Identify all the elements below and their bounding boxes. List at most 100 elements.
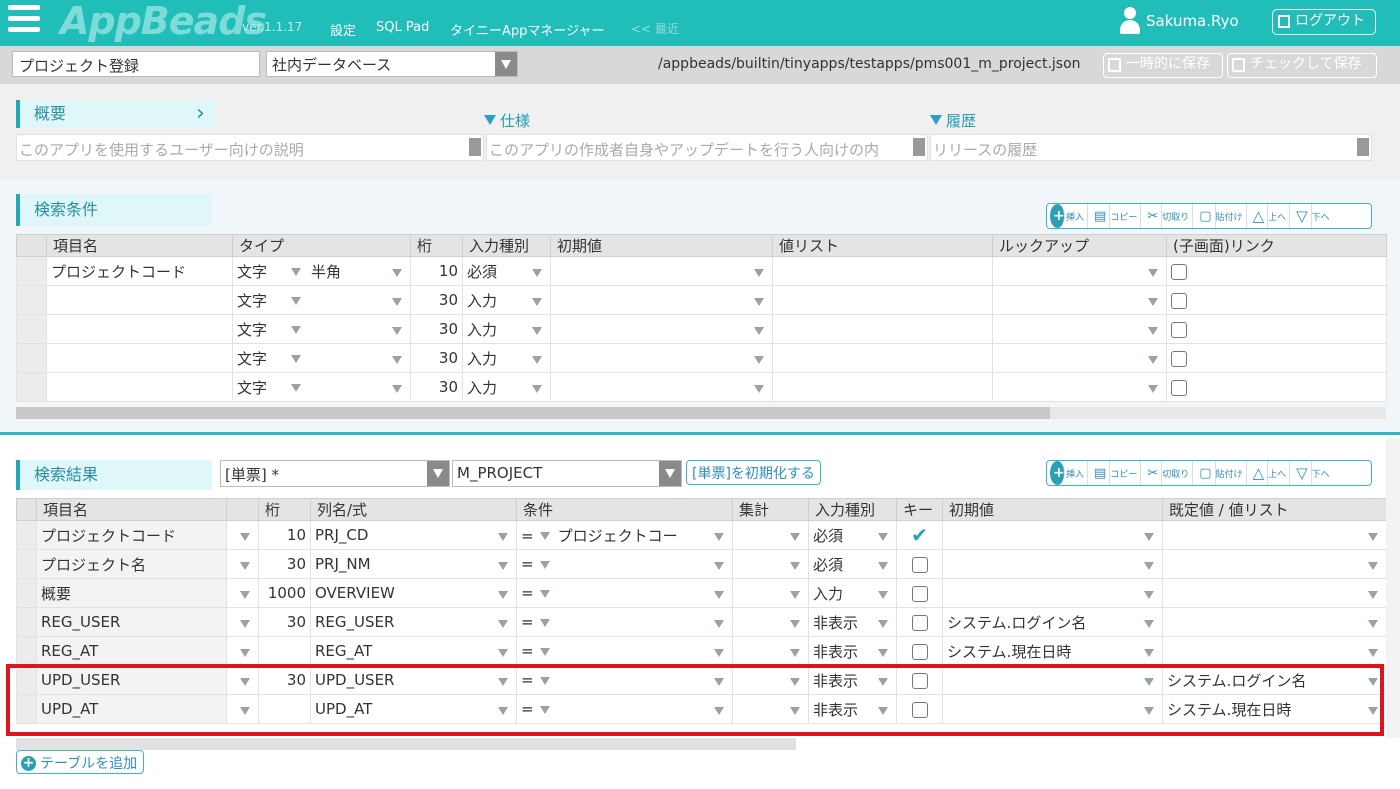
input-type-select[interactable]: 入力: [462, 314, 551, 344]
default-value-select[interactable]: [1162, 607, 1387, 637]
resize-handle-icon[interactable]: [913, 138, 925, 156]
item-name-cell[interactable]: [46, 372, 233, 402]
initial-value-select[interactable]: [942, 578, 1163, 608]
item-option-select[interactable]: [226, 549, 259, 579]
condition-select[interactable]: =: [516, 607, 733, 637]
digits-cell[interactable]: 30: [410, 314, 463, 344]
insert-row-button[interactable]: + 挿入: [1047, 461, 1089, 485]
item-name-cell[interactable]: [46, 314, 233, 344]
digits-cell[interactable]: [258, 636, 311, 666]
input-type-select[interactable]: 入力: [808, 578, 897, 608]
value-list-cell[interactable]: [772, 285, 993, 315]
input-type-select[interactable]: 非表示: [808, 607, 897, 637]
condition-select[interactable]: =: [516, 578, 733, 608]
init-form-button[interactable]: [単票]を初期化する: [686, 460, 821, 485]
type-select[interactable]: 文字: [232, 372, 411, 402]
hamburger-menu-icon[interactable]: [8, 5, 40, 39]
condition-select[interactable]: =: [516, 636, 733, 666]
chevron-right-icon[interactable]: ›: [196, 100, 205, 128]
input-type-select[interactable]: 必須: [462, 256, 551, 286]
key-cell[interactable]: [896, 578, 943, 608]
key-checkbox[interactable]: [911, 585, 928, 602]
link-checkbox[interactable]: [1171, 292, 1187, 309]
link-checkbox[interactable]: [1171, 379, 1187, 396]
aggregate-select[interactable]: [732, 578, 809, 608]
item-option-select[interactable]: [226, 636, 259, 666]
key-checkbox[interactable]: [911, 643, 928, 660]
initial-value-select[interactable]: [942, 520, 1163, 550]
item-name-cell[interactable]: REG_USER: [36, 607, 227, 637]
database-select[interactable]: 社内データベース: [266, 51, 518, 77]
type-select[interactable]: 文字: [232, 343, 411, 373]
item-name-cell[interactable]: [46, 343, 233, 373]
save-check-button[interactable]: チェックして保存: [1227, 53, 1377, 78]
aggregate-select[interactable]: [732, 636, 809, 666]
horizontal-scrollbar[interactable]: [16, 407, 1386, 419]
scrollbar-thumb[interactable]: [16, 738, 796, 750]
initial-value-select[interactable]: [550, 343, 773, 373]
link-checkbox[interactable]: [1171, 350, 1187, 367]
item-name-cell[interactable]: 概要: [36, 578, 227, 608]
digits-cell[interactable]: 30: [410, 343, 463, 373]
scrollbar-thumb[interactable]: [16, 407, 1050, 419]
input-type-select[interactable]: 非表示: [808, 636, 897, 666]
default-value-select[interactable]: [1162, 520, 1387, 550]
move-down-button[interactable]: ▽ 下へ: [1290, 204, 1333, 228]
key-cell[interactable]: [896, 549, 943, 579]
key-checkbox[interactable]: [911, 556, 928, 573]
move-down-button[interactable]: ▽ 下へ: [1290, 461, 1333, 485]
cut-row-button[interactable]: ✂ 切取り: [1141, 204, 1194, 228]
value-list-cell[interactable]: [772, 372, 993, 402]
column-expression-select[interactable]: PRJ_NM: [310, 549, 517, 579]
overview-title[interactable]: 概要 ›: [16, 100, 216, 128]
type-select[interactable]: 文字: [232, 314, 411, 344]
type-select[interactable]: 文字: [232, 285, 411, 315]
column-expression-select[interactable]: PRJ_CD: [310, 520, 517, 550]
nav-tiny-app-manager[interactable]: タイニーAppマネージャー: [450, 20, 605, 39]
link-cell[interactable]: [1166, 343, 1387, 373]
copy-row-button[interactable]: ▤ コピー: [1088, 461, 1142, 485]
input-type-select[interactable]: 入力: [462, 285, 551, 315]
input-type-select[interactable]: 入力: [462, 372, 551, 402]
initial-value-select[interactable]: [550, 372, 773, 402]
initial-value-select[interactable]: [550, 314, 773, 344]
overview-description-input[interactable]: このアプリを使用するユーザー向けの説明: [16, 134, 484, 161]
lookup-select[interactable]: [992, 343, 1167, 373]
link-cell[interactable]: [1166, 372, 1387, 402]
digits-cell[interactable]: 30: [410, 372, 463, 402]
aggregate-select[interactable]: [732, 520, 809, 550]
history-description-input[interactable]: リリースの履歴: [930, 134, 1372, 161]
column-expression-select[interactable]: REG_USER: [310, 607, 517, 637]
item-option-select[interactable]: [226, 578, 259, 608]
item-name-cell[interactable]: プロジェクトコード: [36, 520, 227, 550]
insert-row-button[interactable]: + 挿入: [1047, 204, 1089, 228]
paste-row-button[interactable]: ▢ 貼付け: [1193, 204, 1247, 228]
cut-row-button[interactable]: ✂ 切取り: [1141, 461, 1194, 485]
aggregate-select[interactable]: [732, 549, 809, 579]
input-type-select[interactable]: 必須: [808, 520, 897, 550]
aggregate-select[interactable]: [732, 607, 809, 637]
condition-select[interactable]: = プロジェクトコー: [516, 520, 733, 550]
link-checkbox[interactable]: [1171, 321, 1187, 338]
spec-label[interactable]: 仕様: [484, 110, 530, 131]
history-label[interactable]: 履歴: [930, 110, 976, 131]
digits-cell[interactable]: 30: [258, 607, 311, 637]
horizontal-scrollbar[interactable]: [16, 738, 1386, 750]
lookup-select[interactable]: [992, 372, 1167, 402]
input-type-select[interactable]: 入力: [462, 343, 551, 373]
condition-select[interactable]: =: [516, 549, 733, 579]
checkmark-icon[interactable]: ✔: [911, 523, 928, 547]
column-expression-select[interactable]: REG_AT: [310, 636, 517, 666]
nav-settings[interactable]: 設定: [330, 20, 356, 39]
item-name-cell[interactable]: プロジェクトコード: [46, 256, 233, 286]
link-checkbox[interactable]: [1171, 263, 1187, 280]
initial-value-select[interactable]: システム.ログイン名: [942, 607, 1163, 637]
table-select[interactable]: M_PROJECT: [452, 460, 682, 487]
item-option-select[interactable]: [226, 520, 259, 550]
default-value-select[interactable]: [1162, 549, 1387, 579]
item-name-cell[interactable]: [46, 285, 233, 315]
lookup-select[interactable]: [992, 256, 1167, 286]
default-value-select[interactable]: [1162, 578, 1387, 608]
form-type-select[interactable]: [単票] *: [220, 460, 450, 487]
add-table-button[interactable]: + テーブルを追加: [16, 750, 145, 774]
